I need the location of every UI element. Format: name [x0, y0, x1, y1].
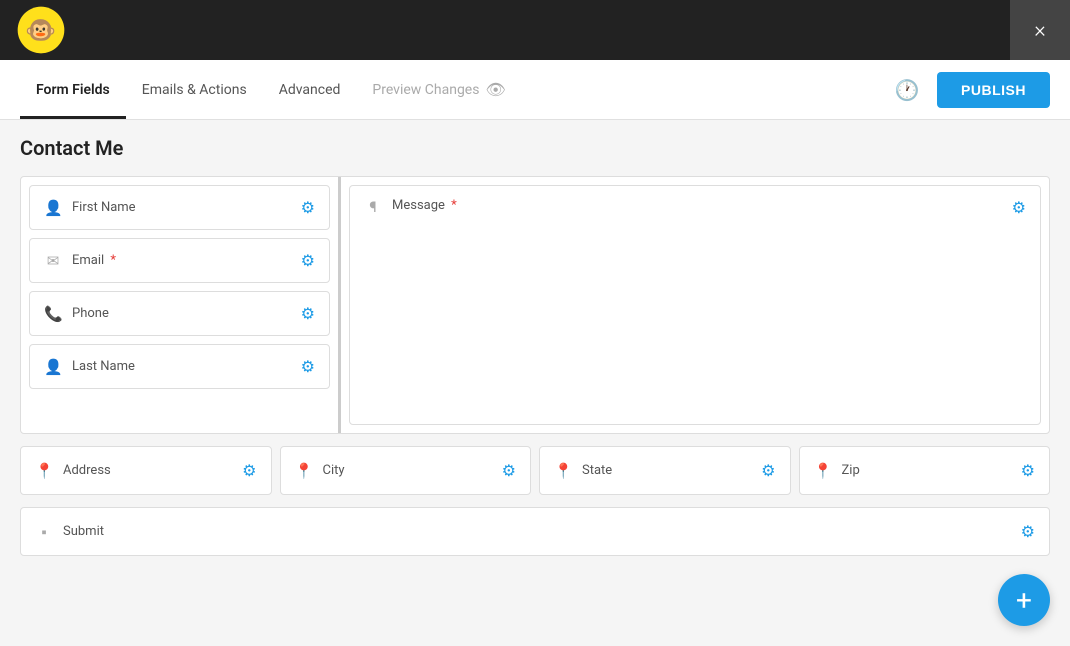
required-star: * [110, 253, 116, 268]
location-icon-zip: 📍 [814, 462, 832, 480]
person-icon-last: 👤 [44, 358, 62, 376]
field-address[interactable]: 📍 Address ⚙ [20, 446, 272, 495]
main-content: Contact Me 👤 First Name ⚙ ✉ Email * ⚙ [0, 120, 1070, 646]
right-column: ¶ Message * ⚙ [341, 177, 1049, 433]
left-column: 👤 First Name ⚙ ✉ Email * ⚙ 📞 Phone ⚙ [21, 177, 341, 433]
field-last-name[interactable]: 👤 Last Name ⚙ [29, 344, 330, 389]
submit-icon: ▪ [35, 523, 53, 541]
tab-preview-changes[interactable]: Preview Changes 👁 [356, 60, 521, 119]
gear-icon-phone[interactable]: ⚙ [301, 304, 315, 323]
gear-icon-email[interactable]: ⚙ [301, 251, 315, 270]
field-message[interactable]: ¶ Message * ⚙ [349, 185, 1041, 425]
two-column-section: 👤 First Name ⚙ ✉ Email * ⚙ 📞 Phone ⚙ [20, 176, 1050, 434]
add-field-button[interactable]: + [998, 574, 1050, 626]
gear-icon-state[interactable]: ⚙ [761, 461, 775, 480]
history-icon: 🕐 [895, 78, 920, 102]
location-icon-city: 📍 [295, 462, 313, 480]
nav-tabs: Form Fields Emails & Actions Advanced Pr… [20, 60, 889, 119]
field-submit[interactable]: ▪ Submit ⚙ [20, 507, 1050, 556]
location-icon-state: 📍 [554, 462, 572, 480]
history-button[interactable]: 🕐 [889, 72, 925, 108]
required-star-msg: * [451, 198, 457, 213]
paragraph-icon: ¶ [364, 198, 382, 216]
bottom-row: 📍 Address ⚙ 📍 City ⚙ 📍 State ⚙ 📍 Zip ⚙ [20, 446, 1050, 495]
gear-icon-address[interactable]: ⚙ [242, 461, 256, 480]
field-email[interactable]: ✉ Email * ⚙ [29, 238, 330, 283]
field-city[interactable]: 📍 City ⚙ [280, 446, 532, 495]
field-first-name[interactable]: 👤 First Name ⚙ [29, 185, 330, 230]
nav-area: Form Fields Emails & Actions Advanced Pr… [0, 60, 1070, 120]
phone-icon: 📞 [44, 305, 62, 323]
form-title: Contact Me [20, 136, 1050, 160]
gear-icon-first-name[interactable]: ⚙ [301, 198, 315, 217]
publish-button[interactable]: PUBLISH [937, 72, 1050, 108]
gear-icon-last-name[interactable]: ⚙ [301, 357, 315, 376]
location-icon-address: 📍 [35, 462, 53, 480]
gear-icon-city[interactable]: ⚙ [502, 461, 516, 480]
field-phone[interactable]: 📞 Phone ⚙ [29, 291, 330, 336]
email-icon: ✉ [44, 252, 62, 270]
tab-form-fields[interactable]: Form Fields [20, 60, 126, 119]
top-bar: 🐵 × [0, 0, 1070, 60]
tab-emails-actions[interactable]: Emails & Actions [126, 60, 263, 119]
tab-advanced[interactable]: Advanced [263, 60, 357, 119]
gear-icon-zip[interactable]: ⚙ [1021, 461, 1035, 480]
person-icon: 👤 [44, 199, 62, 217]
field-zip[interactable]: 📍 Zip ⚙ [799, 446, 1051, 495]
nav-actions: 🕐 PUBLISH [889, 72, 1050, 108]
svg-text:🐵: 🐵 [25, 16, 56, 45]
form-canvas: 👤 First Name ⚙ ✉ Email * ⚙ 📞 Phone ⚙ [20, 176, 1050, 556]
mailchimp-logo: 🐵 [16, 5, 66, 55]
field-state[interactable]: 📍 State ⚙ [539, 446, 791, 495]
eye-icon: 👁 [485, 80, 505, 99]
gear-icon-message[interactable]: ⚙ [1012, 198, 1026, 217]
gear-icon-submit[interactable]: ⚙ [1021, 522, 1035, 541]
close-button[interactable]: × [1010, 0, 1070, 60]
